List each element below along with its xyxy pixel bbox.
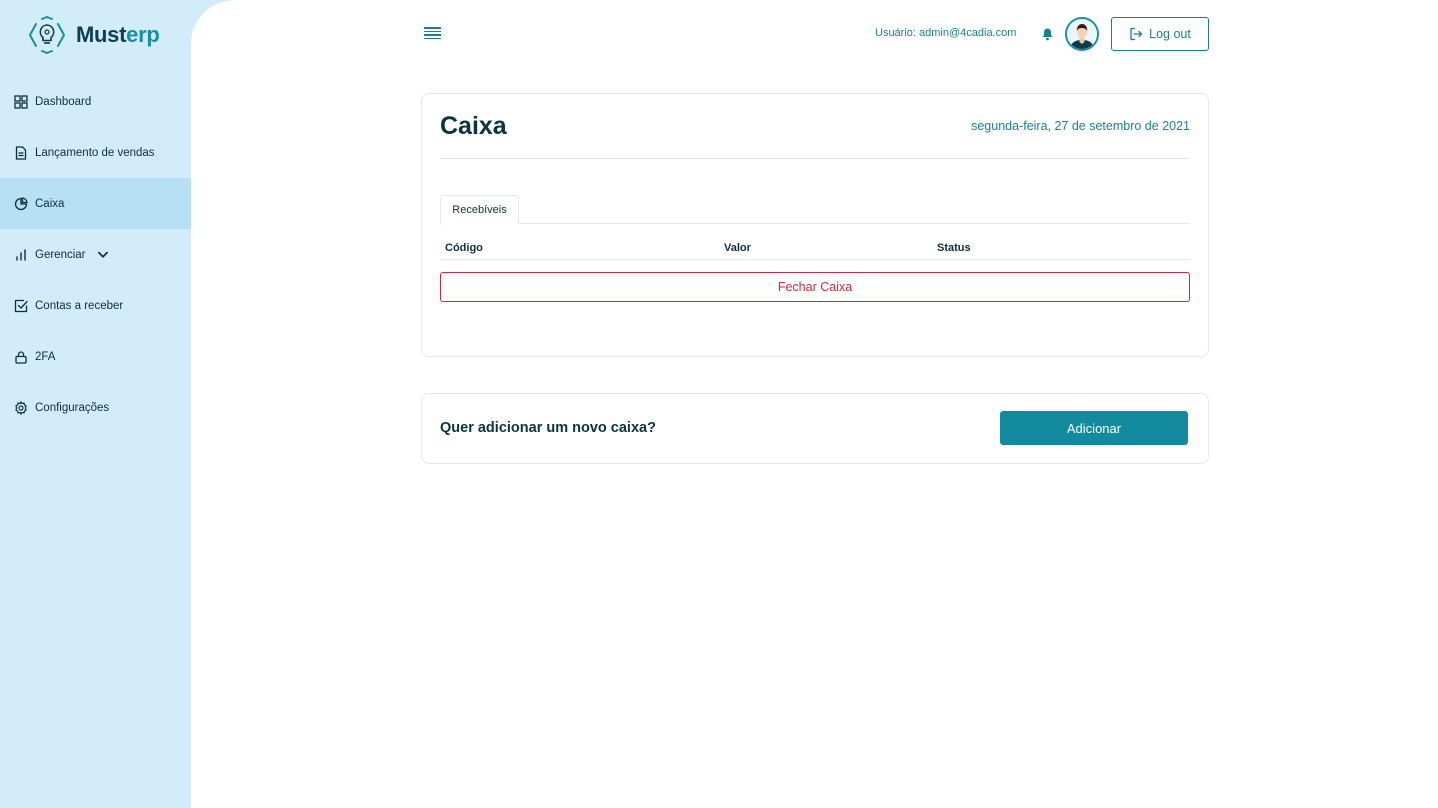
sidebar: Musterp Dashboard Lançamento de vendas C…: [0, 0, 191, 808]
bar-chart-icon: [16, 248, 26, 261]
lock-icon: [15, 350, 27, 364]
sidebar-nav: Dashboard Lançamento de vendas Caixa Ger…: [0, 76, 191, 433]
sidebar-item-label: Caixa: [35, 197, 65, 210]
page-title: Caixa: [440, 112, 507, 140]
document-icon: [15, 145, 27, 160]
sidebar-item-label: Dashboard: [35, 95, 92, 108]
add-caixa-button[interactable]: Adicionar: [1000, 411, 1188, 445]
brand-name: Musterp: [76, 22, 160, 47]
sidebar-item-label: 2FA: [35, 350, 56, 363]
grid-icon: [14, 94, 28, 109]
lightbulb-hexagon-icon: [29, 16, 65, 54]
column-header-codigo: Código: [445, 242, 483, 254]
pie-chart-icon: [14, 196, 28, 210]
user-label: Usuário: admin@4cadia.com: [875, 27, 1017, 39]
sidebar-item-configuracoes[interactable]: Configurações: [0, 382, 191, 433]
sidebar-item-label: Gerenciar: [35, 248, 86, 261]
content-corner: [191, 0, 235, 44]
logout-button[interactable]: Log out: [1111, 17, 1209, 51]
chevron-down-icon: [97, 251, 108, 258]
column-header-status: Status: [937, 242, 971, 254]
sidebar-item-label: Lançamento de vendas: [35, 146, 155, 159]
tab-recebiveis[interactable]: Recebíveis: [440, 195, 519, 225]
sidebar-item-2fa[interactable]: 2FA: [0, 331, 191, 382]
menu-toggle-button[interactable]: [424, 27, 441, 40]
bell-icon[interactable]: [1041, 27, 1054, 41]
brand-logo[interactable]: Musterp: [26, 16, 160, 54]
user-avatar-icon: [1067, 19, 1097, 49]
avatar[interactable]: [1065, 17, 1099, 51]
close-caixa-button[interactable]: Fechar Caixa: [440, 272, 1190, 302]
add-caixa-card: Quer adicionar um novo caixa? Adicionar: [421, 393, 1209, 464]
sidebar-item-label: Configurações: [35, 401, 110, 414]
logout-label: Log out: [1149, 27, 1191, 41]
caixa-card: Caixa segunda-feira, 27 de setembro de 2…: [421, 93, 1209, 357]
sidebar-item-contas-a-receber[interactable]: Contas a receber: [0, 280, 191, 331]
add-caixa-prompt: Quer adicionar um novo caixa?: [440, 420, 656, 436]
divider: [440, 158, 1190, 159]
table-header: Código Valor Status: [440, 239, 1190, 260]
tab-bar: Recebíveis: [440, 195, 1190, 225]
current-date: segunda-feira, 27 de setembro de 2021: [971, 119, 1190, 133]
sidebar-item-dashboard[interactable]: Dashboard: [0, 76, 191, 127]
sidebar-item-caixa[interactable]: Caixa: [0, 178, 191, 229]
logout-icon: [1130, 27, 1143, 41]
sidebar-item-lancamento-de-vendas[interactable]: Lançamento de vendas: [0, 127, 191, 178]
sidebar-item-gerenciar[interactable]: Gerenciar: [0, 229, 191, 280]
column-header-valor: Valor: [724, 242, 751, 254]
gear-icon: [15, 400, 27, 415]
check-square-icon: [14, 299, 28, 312]
sidebar-item-label: Contas a receber: [35, 299, 124, 312]
